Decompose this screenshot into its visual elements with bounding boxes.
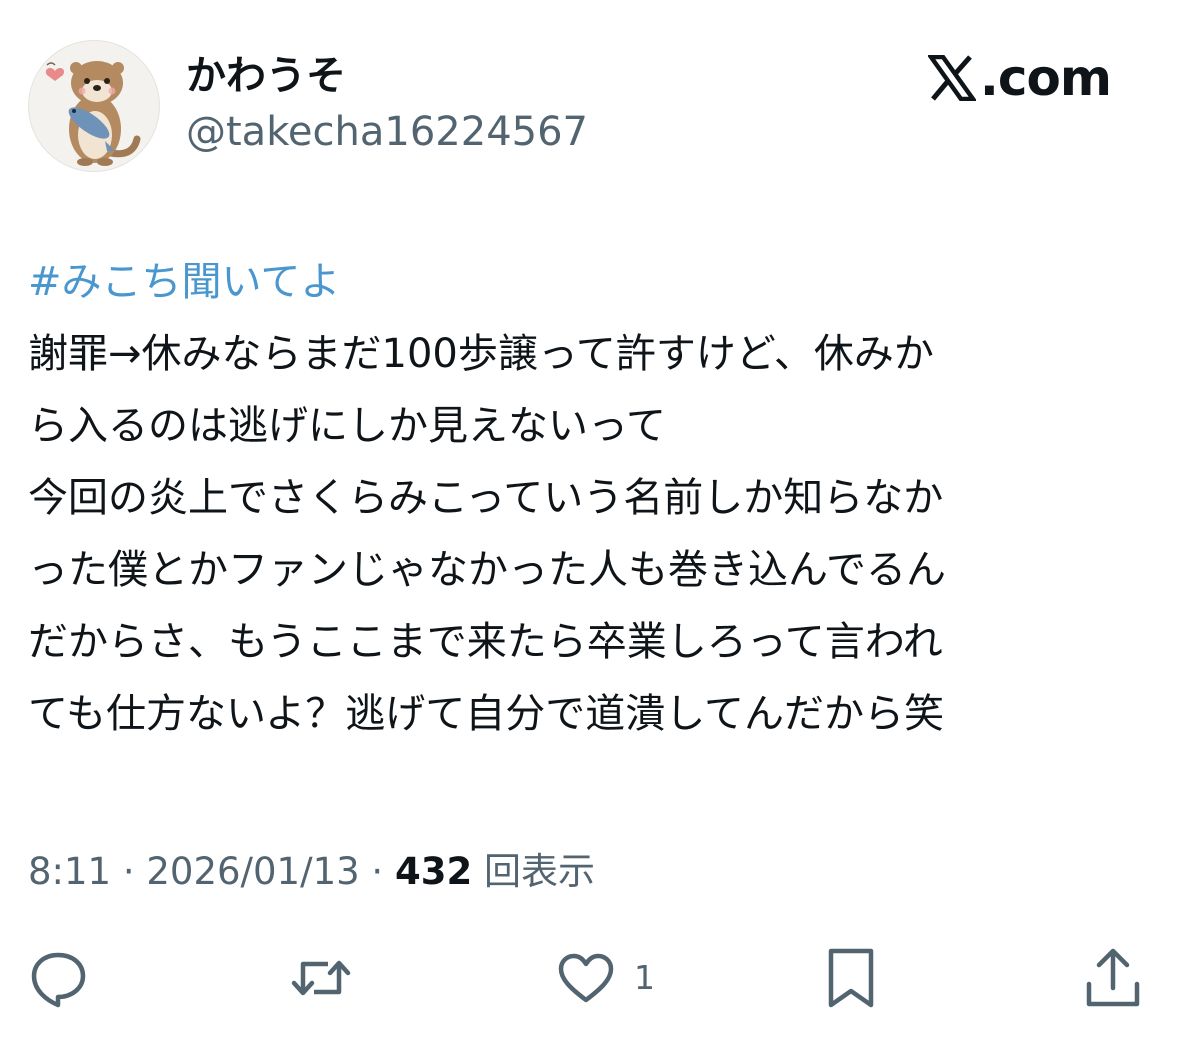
meta-separator: · (359, 850, 395, 893)
tweet-line: 謝罪→休みならまだ100歩譲って許すけど、休みか (28, 331, 934, 377)
tweet-text: #みこち聞いてよ 謝罪→休みならまだ100歩譲って許すけど、休みか ら入るのは逃… (28, 246, 1138, 750)
views-label: 回表示 (483, 850, 595, 893)
action-bar: 1 (0, 938, 1179, 1018)
bookmark-icon (828, 948, 874, 1008)
tweet-date[interactable]: 2026/01/13 (146, 850, 359, 893)
like-icon (558, 953, 614, 1003)
retweet-button[interactable] (290, 938, 352, 1018)
user-handle[interactable]: @takecha16224567 (186, 108, 588, 156)
like-count: 1 (634, 958, 655, 997)
like-button[interactable]: 1 (556, 938, 655, 1018)
hashtag-link[interactable]: #みこち聞いてよ (28, 246, 1138, 318)
share-icon (1086, 948, 1140, 1007)
views-count: 432 (394, 850, 473, 893)
tweet-line: った僕とかファンじゃなかった人も巻き込んでるん (28, 547, 946, 593)
bookmark-button[interactable] (826, 938, 876, 1018)
share-button[interactable] (1084, 938, 1142, 1018)
tweet-time[interactable]: 8:11 (28, 850, 111, 893)
brand-label: .com (979, 49, 1112, 107)
tweet-line: 今回の炎上でさくらみこっていう名前しか知らなか (28, 475, 944, 521)
otter-avatar-icon (45, 61, 141, 166)
meta-separator: · (111, 850, 147, 893)
display-name[interactable]: かわうそ (186, 52, 346, 100)
tweet-line: ても仕方ないよ？逃げて自分で道潰してんだから笑 (28, 691, 944, 737)
x-logo-icon (927, 55, 976, 101)
retweet-icon (291, 960, 351, 996)
reply-button[interactable] (28, 938, 88, 1018)
avatar[interactable] (28, 40, 160, 172)
x-brand: .com (927, 49, 1112, 107)
tweet-line: ら入るのは逃げにしか見えないって (28, 403, 666, 449)
tweet-meta: 8:11 · 2026/01/13 · 432 回表示 (28, 848, 595, 896)
tweet-line: だからさ、もうここまで来たら卒業しろって言われ (28, 619, 943, 665)
reply-icon (31, 952, 86, 1008)
